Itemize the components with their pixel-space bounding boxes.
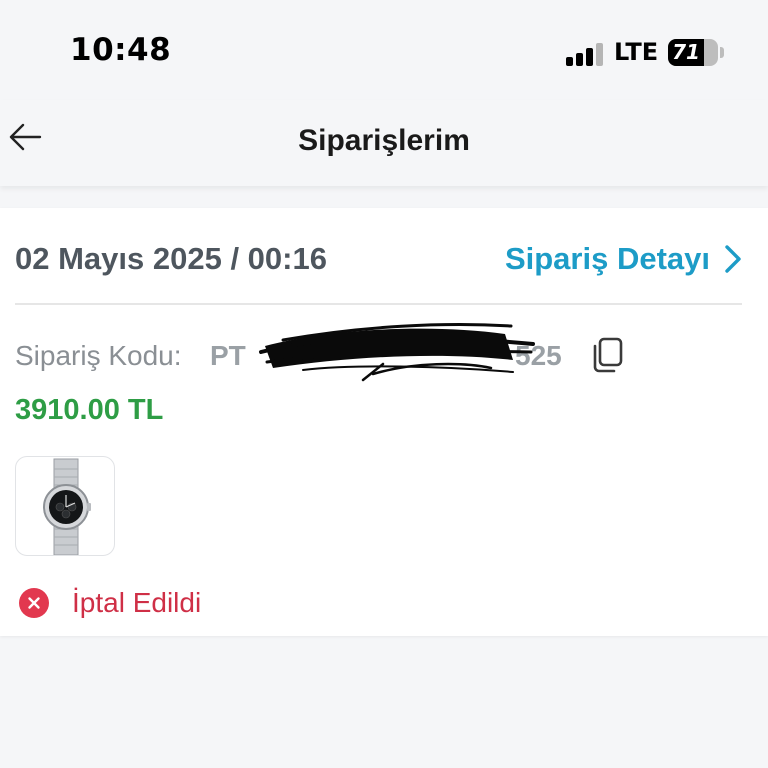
status-time: 10:48 <box>70 32 172 68</box>
order-card: 02 Mayıs 2025 / 00:16 Sipariş Detayı Sip… <box>0 208 768 636</box>
cancel-circle-icon <box>19 588 49 618</box>
app-header: Siparişlerim <box>0 100 768 186</box>
battery-tip <box>720 47 724 58</box>
product-thumbnail[interactable] <box>15 456 115 556</box>
order-status: İptal Edildi <box>18 586 201 620</box>
copy-code-button[interactable] <box>590 336 626 374</box>
status-bar: 10:48 LTE 71 <box>0 0 768 100</box>
order-detail-label: Sipariş Detayı <box>504 241 710 276</box>
page-title: Siparişlerim <box>298 124 470 157</box>
battery-icon: 71 <box>668 39 718 66</box>
order-code-prefix: PT <box>210 340 246 371</box>
copy-icon <box>593 337 623 373</box>
redaction-scribble <box>259 323 535 382</box>
order-status-text: İptal Edildi <box>72 587 202 618</box>
card-divider <box>15 303 742 305</box>
order-total: 3910.00 TL <box>15 394 164 426</box>
order-detail-link[interactable]: Sipariş Detayı <box>505 241 742 277</box>
watch-image <box>43 458 91 555</box>
order-code-label: Sipariş Kodu: <box>15 340 182 371</box>
chevron-right-icon <box>725 245 741 273</box>
battery-percent: 71 <box>672 40 700 64</box>
network-type: LTE <box>614 38 659 66</box>
order-date: 02 Mayıs 2025 / 00:16 <box>15 241 327 276</box>
signal-icon <box>566 42 606 66</box>
